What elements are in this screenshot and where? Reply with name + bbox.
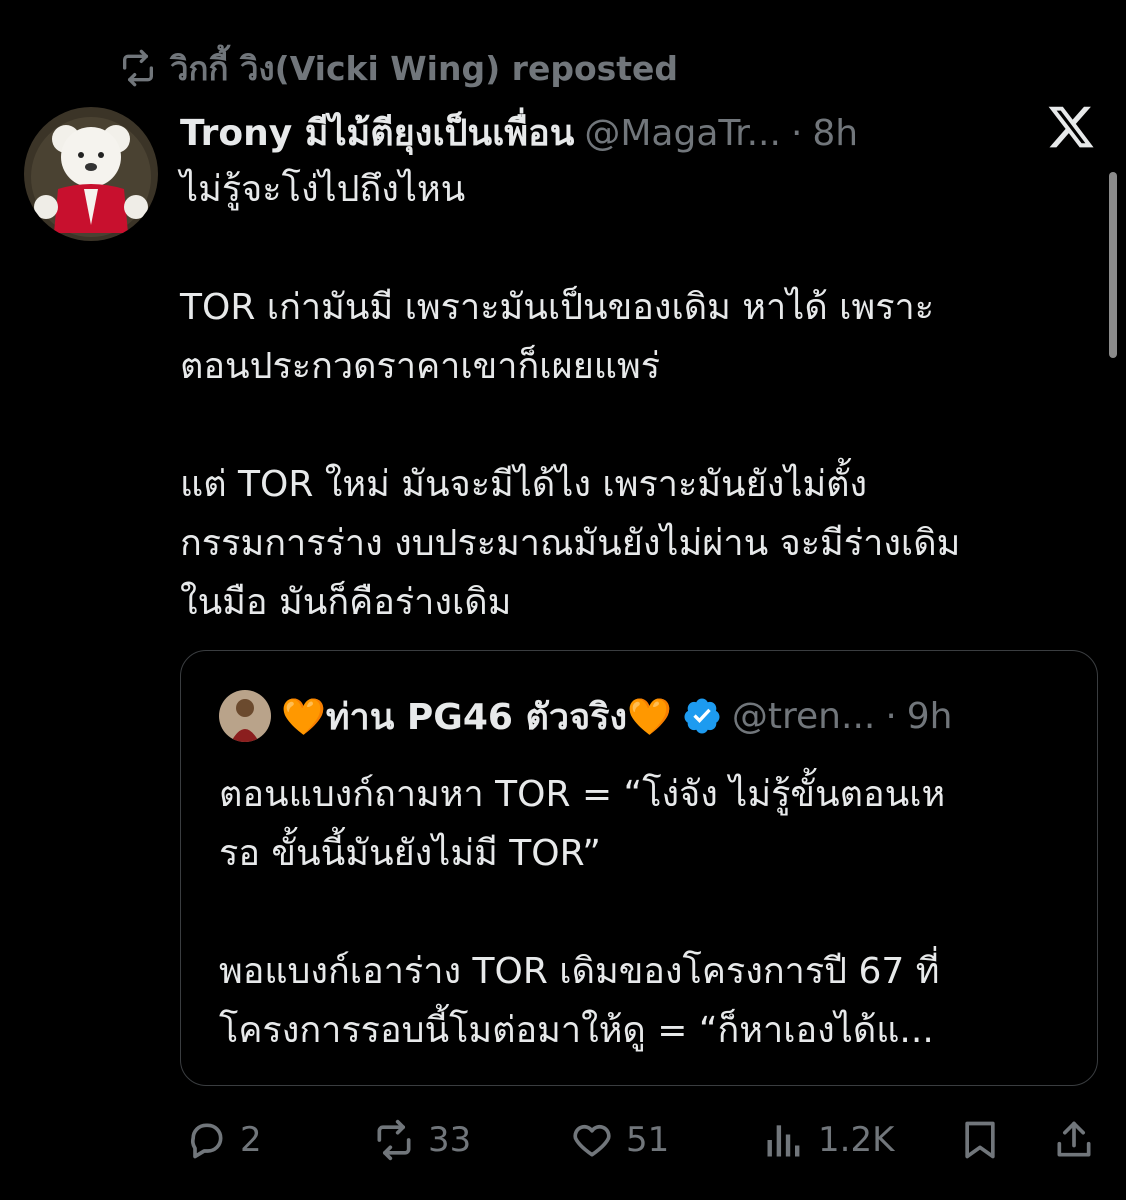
quoted-tweet-time[interactable]: 9h bbox=[907, 696, 953, 737]
repost-button[interactable]: 33 bbox=[372, 1110, 471, 1170]
repost-indicator[interactable]: วิกกี้ วิง(Vicki Wing) reposted bbox=[118, 46, 678, 90]
separator-dot: · bbox=[790, 113, 803, 154]
like-button[interactable]: 51 bbox=[570, 1110, 669, 1170]
repost-icon bbox=[123, 49, 153, 87]
bookmark-icon bbox=[965, 1121, 995, 1159]
views-button[interactable]: 1.2K bbox=[762, 1110, 894, 1170]
verified-badge-icon bbox=[684, 698, 720, 734]
quoted-author-name[interactable]: 🧡ท่าน PG46 ตัวจริง🧡 bbox=[281, 688, 672, 745]
reply-count: 2 bbox=[240, 1120, 262, 1160]
tweet-time[interactable]: 8h bbox=[812, 113, 858, 154]
like-count: 51 bbox=[626, 1120, 670, 1160]
quoted-tweet-header: 🧡ท่าน PG46 ตัวจริง🧡 @tren... · 9h bbox=[219, 690, 953, 742]
quoted-tweet-text: ตอนแบงก์ถามหา TOR = “โง่จัง ไม่รู้ขั้นตอ… bbox=[219, 774, 946, 1051]
tweet-header: Trony มีไม้ตียุงเป็นเพื่อน @MagaTr... · … bbox=[180, 104, 858, 156]
heart-icon bbox=[573, 1124, 611, 1157]
share-icon bbox=[1057, 1121, 1091, 1157]
avatar[interactable] bbox=[24, 107, 158, 241]
bookmark-button[interactable] bbox=[958, 1110, 1002, 1170]
x-logo-icon[interactable] bbox=[1046, 102, 1096, 152]
author-name[interactable]: Trony มีไม้ตียุงเป็นเพื่อน bbox=[180, 104, 574, 161]
quoted-separator-dot: · bbox=[885, 695, 897, 737]
quoted-avatar bbox=[219, 690, 271, 742]
reply-icon bbox=[191, 1123, 223, 1159]
repost-count: 33 bbox=[428, 1120, 472, 1160]
tweet-actions: 2 33 51 1.2K bbox=[0, 1110, 1126, 1170]
share-button[interactable] bbox=[1052, 1110, 1096, 1170]
quoted-tweet-card[interactable]: 🧡ท่าน PG46 ตัวจริง🧡 @tren... · 9h ตอนแบง… bbox=[180, 650, 1098, 1086]
repost-label: วิกกี้ วิง(Vicki Wing) reposted bbox=[170, 48, 679, 88]
analytics-icon bbox=[767, 1125, 800, 1157]
tweet-text: ไม่รู้จะโง่ไปถึงไหน TOR เก่ามันมี เพราะม… bbox=[180, 169, 961, 623]
reply-button[interactable]: 2 bbox=[184, 1110, 262, 1170]
repost-icon bbox=[377, 1119, 411, 1161]
author-handle[interactable]: @MagaTr... bbox=[584, 113, 781, 154]
view-count: 1.2K bbox=[818, 1120, 895, 1160]
quoted-author-handle[interactable]: @tren... bbox=[732, 696, 875, 737]
scrollbar[interactable] bbox=[1109, 172, 1117, 358]
